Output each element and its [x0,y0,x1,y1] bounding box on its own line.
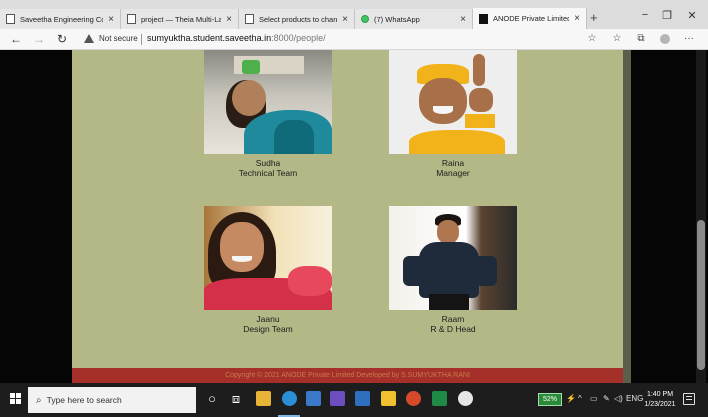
person-photo [389,50,517,154]
url-host: sumyuktha.student.saveetha.in [147,33,272,43]
chrome-icon[interactable] [406,391,421,406]
tab-label: ANODE Private Limited [493,14,569,23]
tab-whatsapp[interactable]: (7) WhatsApp × [355,9,473,29]
tab-label: Select products to change | Dj [259,14,337,24]
warning-icon [84,34,94,43]
settings-menu-icon[interactable]: ··· [682,33,696,44]
tab-anode[interactable]: ANODE Private Limited × [473,8,587,29]
collections-icon[interactable]: ⧉ [634,33,648,44]
person-role: Design Team [243,324,293,334]
person-photo [204,206,332,310]
url-field[interactable]: sumyuktha.student.saveetha.in:8000/peopl… [147,33,326,43]
page-icon [127,14,136,24]
person-name: Raam [441,314,465,324]
person-name: Sudha [255,158,281,168]
tab-label: Saveetha Engineering College [20,14,103,24]
person-photo [389,206,517,310]
pen-icon[interactable]: ✎ [603,394,610,403]
person-name: Jaanu [256,314,280,324]
tab-close-icon[interactable]: × [106,14,116,25]
address-bar: ← → ↻ Not secure sumyuktha.student.savee… [0,29,708,50]
show-hidden-icons-icon[interactable]: ^ [578,394,582,403]
security-label: Not secure [99,34,138,43]
person-card-sudha: Sudha Technical Team [198,50,338,178]
cortana-icon[interactable]: ○ [204,391,220,407]
volume-icon[interactable]: ◁) [614,394,623,403]
page-icon [245,14,254,24]
battery-indicator[interactable]: 52% [538,393,562,406]
power-icon[interactable]: ⚡ [566,394,576,403]
person-role: Technical Team [238,168,298,178]
person-name: Raina [441,158,465,168]
person-card-raina: Raina Manager [383,50,523,178]
people-page: Sudha Technical Team Raina Manager Jaanu… [72,50,623,383]
tab-close-icon[interactable]: × [224,14,234,25]
back-button[interactable]: ← [9,32,23,46]
chat-icon[interactable] [458,391,473,406]
minimize-button[interactable]: − [635,9,655,21]
excel-icon[interactable] [432,391,447,406]
search-icon: ⌕ [36,394,42,406]
refresh-button[interactable]: ↻ [55,32,69,46]
site-icon [479,13,488,24]
tab-label: project — Theia Multi-Langua [141,14,221,24]
tab-saveetha[interactable]: Saveetha Engineering College × [0,9,121,29]
page-scrollbar[interactable] [696,50,706,383]
scrollbar-thumb[interactable] [697,220,705,370]
clock-date: 1/23/2021 [644,401,676,408]
notification-center-icon[interactable] [683,393,695,405]
tab-close-icon[interactable]: × [458,14,468,25]
close-window-button[interactable]: ✕ [682,9,702,22]
tab-close-icon[interactable]: × [572,13,582,24]
teams-icon[interactable] [330,391,345,406]
profile-avatar-icon[interactable] [660,34,670,44]
system-clock[interactable]: 1:40 PM 1/23/2021 [644,390,676,410]
person-role: R & D Head [430,324,476,334]
favorite-star-icon[interactable]: ☆ [585,33,599,44]
copyright-text: Copyright © 2021 ANODE Private Limited D… [225,372,470,379]
browser-tab-strip: Saveetha Engineering College × project —… [0,0,708,29]
forward-button[interactable]: → [32,32,46,46]
tab-select-products[interactable]: Select products to change | Dj × [239,9,355,29]
store-icon[interactable] [256,391,271,406]
favorites-bar-icon[interactable]: ☆ [610,33,624,44]
task-view-icon[interactable]: ⧈ [228,391,244,407]
tab-close-icon[interactable]: × [340,14,350,25]
address-divider [141,34,142,45]
vscode-icon[interactable] [355,391,370,406]
file-explorer-icon[interactable] [381,391,396,406]
tab-label: (7) WhatsApp [374,14,420,24]
clock-time: 1:40 PM [646,391,674,398]
search-placeholder: Type here to search [46,395,122,405]
security-indicator[interactable]: Not secure [84,34,138,43]
page-viewport: Sudha Technical Team Raina Manager Jaanu… [0,50,708,383]
language-indicator[interactable]: ENG [626,394,643,403]
whatsapp-icon [361,15,369,23]
edge-browser-icon[interactable] [282,391,297,406]
person-card-raam: Raam R & D Head [383,206,523,334]
new-tab-button[interactable]: + [590,10,598,25]
page-icon [6,14,15,24]
tab-project[interactable]: project — Theia Multi-Langua × [121,9,239,29]
network-icon[interactable]: ▭ [590,394,598,403]
windows-taskbar: ⌕ Type here to search ○ ⧈ 52% ⚡ ^ ▭ ✎ ◁)… [0,383,708,417]
page-edge-shadow [623,50,631,383]
person-card-jaanu: Jaanu Design Team [198,206,338,334]
mail-icon[interactable] [306,391,321,406]
restore-button[interactable]: ❐ [657,9,677,22]
taskbar-search-box[interactable]: ⌕ Type here to search [28,387,196,413]
url-path: :8000/people/ [271,33,326,43]
person-role: Manager [436,168,470,178]
page-footer: Copyright © 2021 ANODE Private Limited D… [72,368,623,383]
windows-start-icon[interactable] [10,393,22,405]
person-photo [204,50,332,154]
